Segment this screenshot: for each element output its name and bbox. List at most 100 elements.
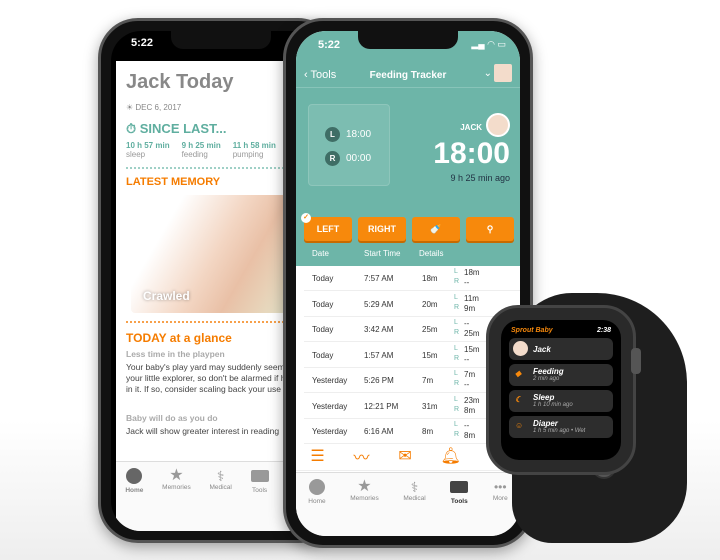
star-icon: ★ [169,467,184,484]
row-total: 15m [422,350,438,360]
middle-phone: 5:22 ▂▄ ◠ ▭ ‹ Tools Feeding Tracker ⌄ L1… [283,18,533,548]
watch-card-diaper[interactable]: ☺ Diaper 1 h 5 min ago • Wet [509,416,613,438]
left-label: L [454,395,458,403]
tab-home[interactable]: Home [308,479,326,505]
page-title: Jack Today [126,71,234,93]
watch-case: Sprout Baby 2:38 Jack ◆ Feeding 2 min ago … [486,305,641,475]
table-header: Date Start Time Details [312,249,444,258]
tab-tools[interactable]: Tools [450,479,469,505]
row-right-duration: 9m [464,303,476,313]
pumping-label: pumping [232,150,264,159]
row-left-duration: 11m [464,293,479,303]
tab-memories[interactable]: ★ Memories [350,478,379,503]
row-total: 20m [422,299,438,309]
row-start-time: 5:29 AM [364,299,394,309]
row-start-time: 3:42 AM [364,325,394,334]
latest-memory-heading: LATEST MEMORY [126,176,221,188]
right-button[interactable]: RIGHT [358,217,406,241]
bottle-icon: 🍼 [430,223,442,234]
row-start-time: 6:16 AM [364,427,394,436]
watch-card-feeding[interactable]: ◆ Feeding 2 min ago [509,364,613,386]
divider [296,87,520,88]
row-date: Today [312,299,334,309]
baby-avatar [486,113,510,137]
table-row[interactable]: Today 7:57 AM 18m L 18m R -- [304,265,520,291]
tab-memories[interactable]: ★ Memories [162,467,191,492]
tab-medical[interactable]: ⚕ Medical [403,479,425,502]
bottle-button[interactable]: 🍼 [412,217,460,241]
spoon-icon: ⚲ [486,223,494,234]
left-label: L [454,293,458,301]
watch-card-sleep[interactable]: ☾ Sleep 1 h 10 min ago [509,390,613,412]
signal-wifi-battery-icon: ▂▄ ◠ ▭ [471,39,506,49]
time-ago: 9 h 25 min ago [450,173,510,183]
watch-card-jack[interactable]: Jack [509,338,613,360]
watch-app-name: Sprout Baby [511,327,553,334]
row-start-time: 5:26 PM [364,376,394,385]
left-label: L [454,421,458,428]
left-button[interactable]: LEFT ✓ [301,213,352,241]
home-face-icon [308,479,325,495]
stopwatch-icon: ⏱ [126,121,137,136]
row-total: 8m [422,427,434,436]
left-label: L [454,370,458,377]
right-label: R [454,431,460,438]
row-total: 7m [422,376,434,385]
row-right-duration: -- [464,354,470,364]
mail-icon[interactable]: ✉ [398,446,411,466]
chart-icon[interactable]: 〰 [354,444,370,468]
tab-medical[interactable]: ⚕ Medical [209,468,231,491]
digital-crown[interactable] [631,348,641,374]
right-label: R [454,278,460,285]
timer-panel: L 18:00 R 00:00 [308,104,390,186]
stethoscope-icon: ⚕ [410,479,419,495]
memory-caption: Crawled [143,289,190,303]
baby-avatar-button[interactable] [494,64,512,82]
row-left-duration: -- [464,319,470,328]
right-label: R [454,354,460,362]
tab-home[interactable]: Home [125,468,143,494]
toolbox-icon [250,470,269,482]
status-time: 5:22 [318,39,341,51]
diaper-icon: ☺ [515,421,524,430]
middle-phone-screen: 5:22 ▂▄ ◠ ▭ ‹ Tools Feeding Tracker ⌄ L1… [296,31,520,536]
row-right-duration: 8m [464,431,476,440]
left-timer: L 18:00 [325,127,371,142]
since-last-heading: SINCE LAST... [139,121,227,136]
left-label: L [454,319,458,326]
row-date: Yesterday [312,427,348,436]
row-right-duration: 8m [464,405,476,415]
row-date: Today [312,325,334,334]
row-right-duration: -- [464,380,470,389]
spoon-button[interactable]: ⚲ [466,217,514,241]
pumping-value: 11 h 58 min [232,141,276,150]
sun-icon: ☀ [126,103,134,112]
chevron-down-icon[interactable]: ⌄ [484,68,492,79]
tab-tools[interactable]: Tools [250,468,269,494]
stethoscope-icon: ⚕ [216,468,225,484]
list-icon[interactable]: ☰ [310,446,324,466]
baby-name: JACK [460,123,482,132]
right-label: R [454,405,460,413]
check-icon: ✓ [301,213,311,223]
toolbox-icon [450,481,469,493]
watch-time: 2:38 [596,327,611,334]
bell-icon[interactable]: 🔔︎ [441,446,461,466]
table-row[interactable]: Today 5:29 AM 20m L 11m R 9m [304,291,520,317]
row-date: Yesterday [312,376,348,385]
row-date: Today [312,274,334,283]
watch-screen: Sprout Baby 2:38 Jack ◆ Feeding 2 min ago … [501,320,621,460]
row-total: 18m [422,274,438,283]
tab-more[interactable]: ••• More [493,479,508,502]
date-label: DEC 6, 2017 [135,103,182,112]
row-start-time: 7:57 AM [364,274,394,283]
right-timer: R 00:00 [325,151,371,166]
row-total: 31m [422,401,438,411]
star-icon: ★ [357,478,372,495]
glance-heading: TODAY at a glance [126,331,232,345]
sleep-label: sleep [126,150,146,159]
left-label: L [454,344,458,352]
right-label: R [454,380,460,387]
home-face-icon [126,468,143,484]
moon-stars-icon: ☾ [515,395,523,404]
